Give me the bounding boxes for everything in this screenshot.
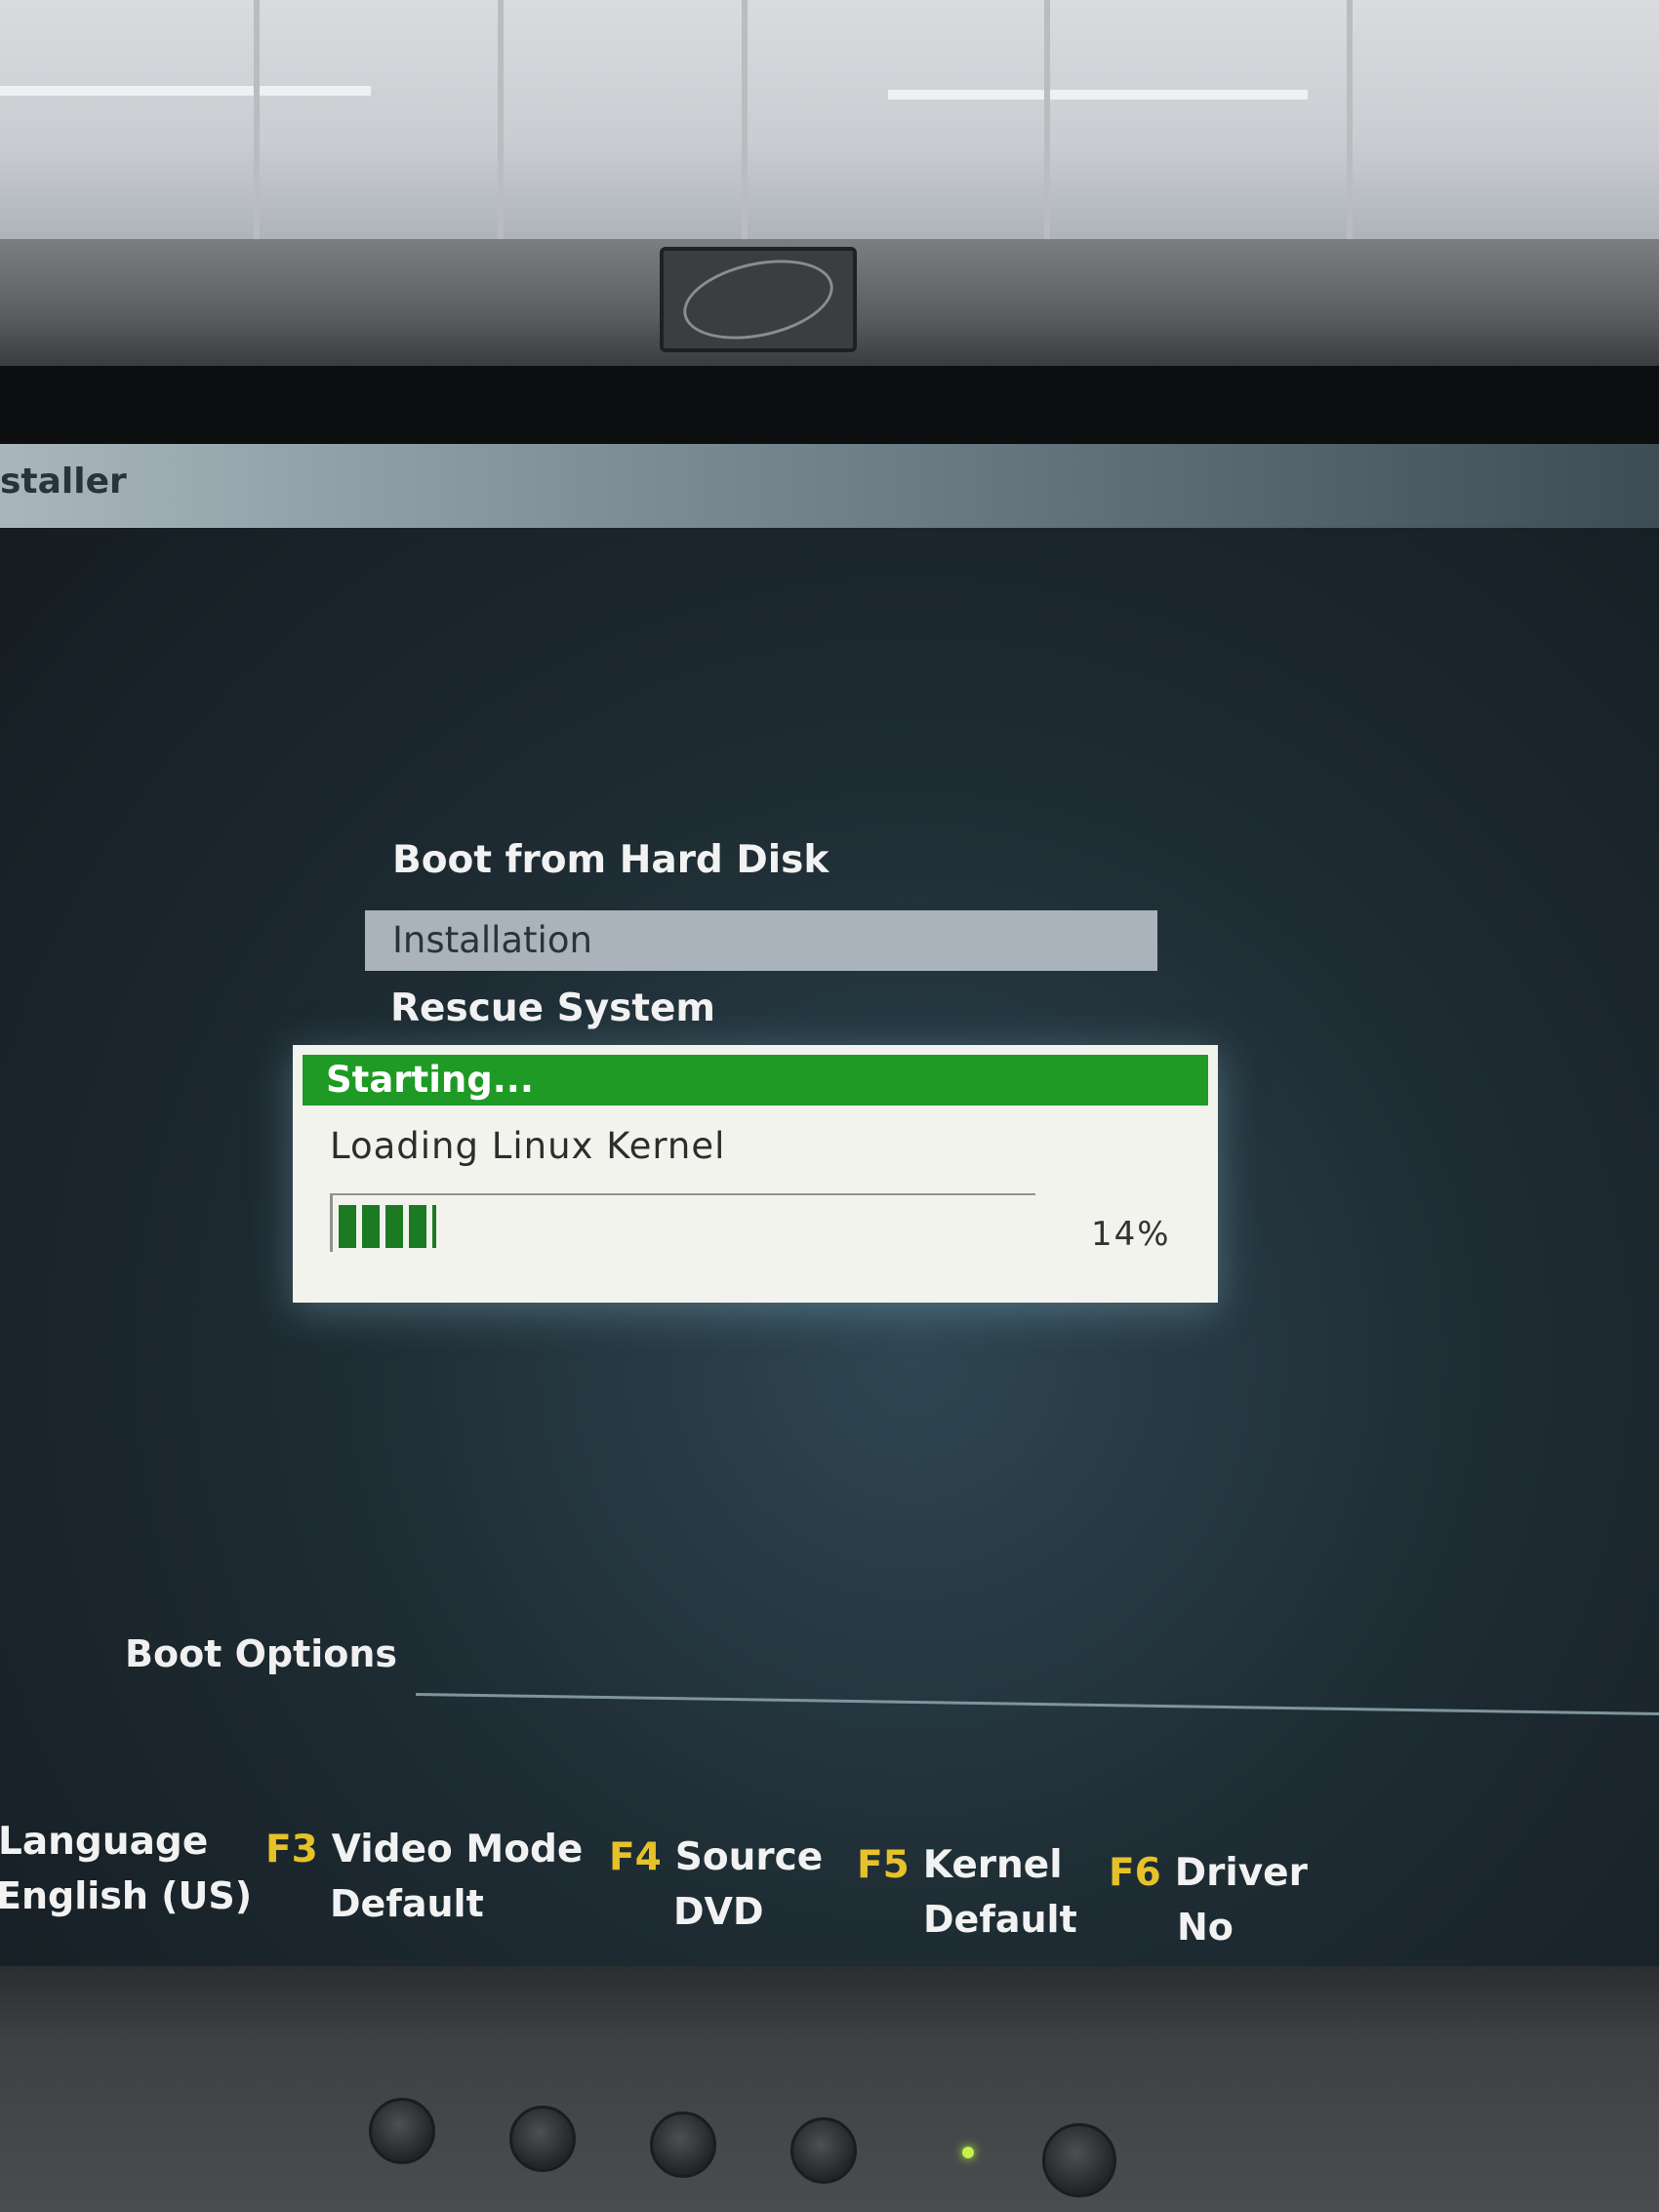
starting-dialog: Starting... Loading Linux Kernel 14% [293,1045,1218,1303]
boot-options-input[interactable] [415,1693,1659,1716]
fkey-f4-name: Source [674,1835,824,1879]
monitor-button[interactable] [650,2111,716,2178]
fkey-f5-value: Default [923,1898,1077,1941]
boot-options-label: Boot Options [125,1632,398,1675]
monitor-button[interactable] [509,2106,576,2172]
screen-top-border [0,366,1659,444]
ceiling-background [0,0,1659,239]
fkey-f3-key: F3 [265,1828,318,1871]
ceiling-grid-line [498,0,504,239]
fkey-f3-name: Video Mode [331,1828,584,1871]
fkey-language-name: Language [0,1820,209,1864]
progress-bar-fill [339,1205,436,1248]
ceiling-grid-line [254,0,260,239]
dialog-message: Loading Linux Kernel [330,1125,726,1167]
monitor-logo [660,247,857,352]
ceiling-light [0,86,371,96]
power-button[interactable] [1042,2123,1116,2197]
dialog-title: Starting... [326,1059,534,1101]
dialog-header: Starting... [303,1055,1208,1106]
menu-item-installation[interactable]: Installation [365,910,1157,971]
installer-screen: staller Boot from Hard Disk Installation… [0,444,1659,1966]
fkey-f6-key: F6 [1109,1851,1161,1895]
monitor-button[interactable] [790,2117,857,2184]
fkey-f5-name: Kernel [922,1843,1063,1887]
installer-title-bar: staller [0,444,1659,528]
installer-title: staller [0,462,127,502]
ceiling-grid-line [1347,0,1353,239]
fkey-f3-video-mode[interactable]: F3 Video Mode [265,1828,583,1871]
fkey-language[interactable]: Language [0,1820,208,1864]
fkey-f4-source[interactable]: F4 Source [609,1835,823,1879]
monitor-button[interactable] [369,2098,435,2164]
ceiling-light [888,90,1308,100]
menu-item-boot-from-hard-disk[interactable]: Boot from Hard Disk [392,838,829,882]
ceiling-grid-line [1044,0,1050,239]
fkey-f4-value: DVD [673,1890,764,1933]
progress-percent: 14% [1091,1215,1171,1254]
fkey-f4-key: F4 [609,1835,662,1879]
fkey-f6-value: No [1177,1906,1234,1949]
logo-emblem [675,247,841,352]
fkey-f5-kernel[interactable]: F5 Kernel [857,1843,1063,1887]
fkey-f5-key: F5 [857,1843,910,1887]
fkey-f6-name: Driver [1174,1851,1308,1895]
menu-item-installation-label: Installation [392,919,592,961]
progress-bar [330,1193,1035,1252]
fkey-f6-driver[interactable]: F6 Driver [1109,1851,1308,1895]
fkey-f3-value: Default [330,1882,484,1925]
fkey-language-value: English (US) [0,1874,253,1917]
power-led-icon [962,2147,974,2158]
ceiling-grid-line [742,0,748,239]
menu-item-rescue-system[interactable]: Rescue System [390,986,715,1030]
